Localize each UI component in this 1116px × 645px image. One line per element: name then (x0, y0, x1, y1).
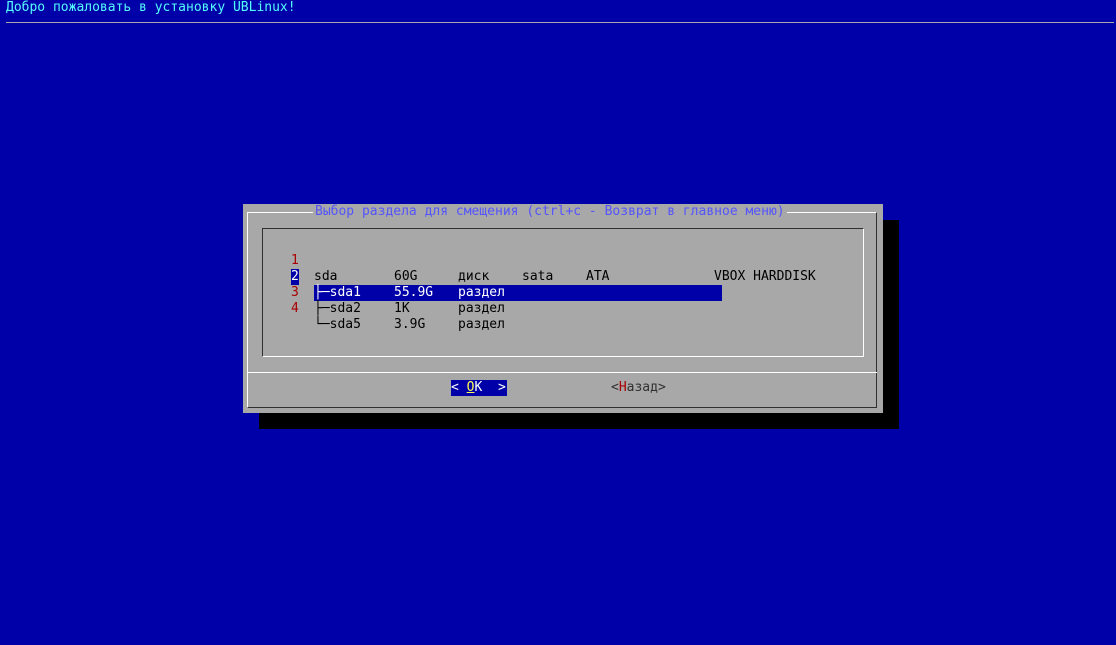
dialog-title: Выбор раздела для смещения (ctrl+c - Воз… (313, 204, 787, 220)
device-kind: диск (458, 269, 490, 284)
device-name: └─sda5 (314, 317, 361, 332)
back-button-bracket-close: > (657, 380, 666, 395)
list-item-1[interactable]: 1 sda 60G диск sata ATA VBOX HARDDISK (263, 237, 816, 284)
list-item-text: sda 60G диск sata ATA VBOX HARDDISK (314, 269, 816, 285)
backtitle-rule (6, 22, 1114, 23)
device-kind: раздел (458, 317, 505, 332)
list-item-text: ├─sda2 1K раздел (314, 301, 722, 317)
back-button-label: азад (626, 380, 658, 395)
device-size: 60G (394, 269, 418, 284)
back-button[interactable]: <Назад> (611, 380, 666, 396)
device-vendor: ATA (586, 269, 610, 284)
list-item-text: └─sda5 3.9G раздел (314, 317, 722, 333)
ok-button[interactable]: < OK > (451, 380, 507, 396)
back-button-bracket-open: < (611, 380, 619, 395)
device-name: sda (314, 269, 338, 284)
device-model: VBOX HARDDISK (714, 269, 816, 284)
list-item-tag: 4 (291, 301, 299, 316)
device-size: 55.9G (394, 285, 434, 300)
back-button-hotkey: Н (618, 380, 627, 395)
device-transport: sata (522, 269, 554, 284)
backtitle: Добро пожаловать в установку UBLinux! (6, 0, 296, 15)
device-name: ├─sda2 (314, 301, 361, 316)
partition-list: 1 sda 60G диск sata ATA VBOX HARDDISK 2 … (262, 228, 864, 357)
partition-dialog: Выбор раздела для смещения (ctrl+c - Воз… (243, 204, 883, 413)
list-item-3[interactable]: 3 ├─sda2 1K раздел (263, 269, 505, 316)
device-name: ├─sda1 (314, 285, 361, 300)
ok-button-bracket-open: < (451, 380, 467, 395)
ok-button-bracket-close: > (482, 380, 506, 395)
list-item-text: ├─sda1 55.9G раздел (314, 285, 722, 301)
device-kind: раздел (458, 301, 505, 316)
button-separator (247, 372, 877, 373)
device-kind: раздел (458, 285, 505, 300)
device-size: 3.9G (394, 317, 426, 332)
list-item-4[interactable]: 4 └─sda5 3.9G раздел (263, 285, 505, 332)
list-item-2[interactable]: 2 ├─sda1 55.9G раздел (263, 253, 722, 301)
device-size: 1K (394, 301, 410, 316)
